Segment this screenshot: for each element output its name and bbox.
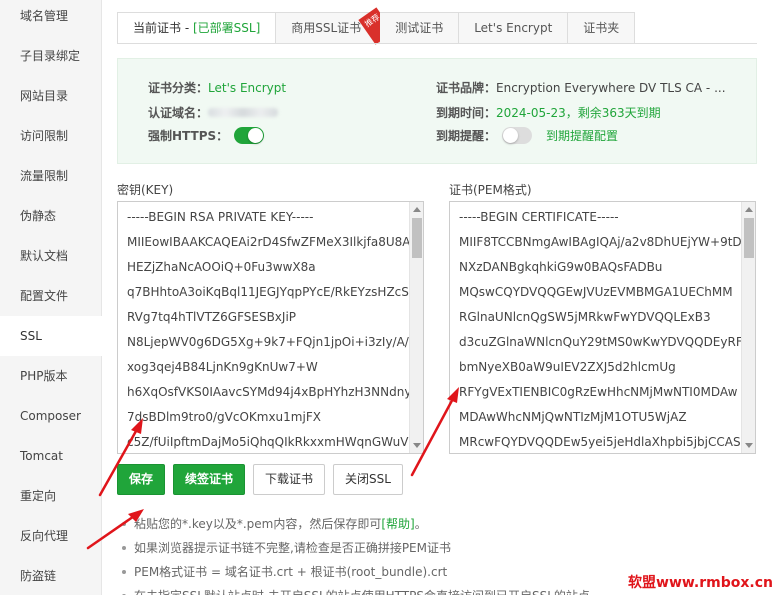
expire-remind-toggle[interactable] [502, 127, 533, 144]
key-label: 密钥(KEY) [117, 183, 174, 197]
cert-line: NXzDANBgkqhkiG9w0BAQsFADBu [459, 260, 663, 274]
key-line: 7dsBDlm9tro0/gVcOKmxu1mjFX [127, 410, 321, 424]
save-button[interactable]: 保存 [117, 464, 166, 495]
note-default-site: 在未指定SSL默认站点时,未开启SSL的站点使用HTTPS会直接访问到已开启SS… [120, 584, 590, 595]
scroll-down-icon[interactable] [413, 443, 421, 448]
tab-letsencrypt[interactable]: Let's Encrypt [459, 12, 569, 44]
sidebar-item[interactable]: 子目录绑定 [0, 36, 102, 76]
sidebar-item[interactable]: 流量限制 [0, 156, 102, 196]
scroll-up-icon[interactable] [745, 207, 753, 212]
cert-line: bmNyeXB0aW9uIEV2ZXJ5d2hlcmUg [459, 360, 676, 374]
cert-scrollbar[interactable] [741, 202, 755, 453]
tab-commercial-ssl-label: 商用SSL证书 [291, 21, 362, 35]
help-link[interactable]: [帮助] [381, 517, 414, 531]
scroll-up-icon[interactable] [413, 207, 421, 212]
sidebar-item[interactable]: 伪静态 [0, 196, 102, 236]
cert-brand-value: Encryption Everywhere DV TLS CA - ... [496, 80, 726, 95]
expire-remind-label: 到期提醒： [436, 129, 497, 143]
cert-line: RFYgVExTIENBIC0gRzEwHhcNMjMwNTI0MDAw [459, 385, 738, 399]
tab-commercial-ssl[interactable]: 商用SSL证书 推荐 [276, 7, 394, 45]
close-ssl-button[interactable]: 关闭SSL [333, 464, 403, 495]
renew-cert-button[interactable]: 续签证书 [173, 464, 246, 495]
sidebar-item[interactable]: 反向代理 [0, 516, 102, 556]
cert-line: -----BEGIN CERTIFICATE----- [459, 210, 619, 224]
key-line: c5Z/fUiIpftmDajMo5iQhqQIkRkxxmHWqnGWuV [127, 435, 409, 449]
tab-cert-folder[interactable]: 证书夹 [568, 12, 636, 44]
key-textarea[interactable]: -----BEGIN RSA PRIVATE KEY----- MIIEowIBA… [117, 201, 424, 454]
cert-line: RGlnaUNlcnQgSW5jMRkwFwYDVQQLExB3 [459, 310, 711, 324]
cert-domain-label: 认证域名： [148, 106, 209, 120]
cert-expire-value: 2024-05-23，剩余363天到期 [496, 106, 661, 120]
tab-cert-folder-label: 证书夹 [583, 21, 620, 35]
cert-line: MIIF8TCCBNmgAwIBAgIQAj/a2v8DhUEjYW+9tD [459, 235, 742, 249]
toggle-knob [503, 128, 519, 143]
key-line: xog3qej4B84LjnKn9gKnUw7+W [127, 360, 318, 374]
tab-letsencrypt-label: Let's Encrypt [474, 21, 553, 35]
expire-remind: 到期提醒： 到期提醒配置 [436, 127, 618, 144]
cert-domain: 认证域名： [148, 104, 279, 121]
key-line: -----BEGIN RSA PRIVATE KEY----- [127, 210, 314, 224]
scroll-thumb[interactable] [744, 218, 754, 258]
cert-info-panel: 证书分类： Let's Encrypt 证书品牌： Encryption Every… [117, 58, 757, 164]
note-pem: PEM格式证书 = 域名证书.crt + 根证书(root_bundle).cr… [120, 560, 590, 584]
sidebar: 域名管理 子目录绑定 网站目录 访问限制 流量限制 伪静态 默认文档 配置文件 SSL PHP版本… [0, 0, 103, 595]
sidebar-item[interactable]: Composer [0, 396, 102, 436]
scroll-down-icon[interactable] [745, 443, 753, 448]
force-https-label: 强制HTTPS： [148, 129, 229, 143]
note-paste: 粘贴您的*.key以及*.pem内容，然后保存即可[帮助]。 [120, 512, 590, 536]
tab-divider [117, 43, 757, 44]
key-line: q7BHhtoA3oiKqBql11JEGJYqpPYcE/RkEYzsHZcS [127, 285, 409, 299]
cert-textarea[interactable]: -----BEGIN CERTIFICATE----- MIIF8TCCBNmgA… [449, 201, 756, 454]
tab-test-cert[interactable]: 测试证书 [380, 12, 460, 44]
tab-test-cert-label: 测试证书 [395, 21, 444, 35]
sidebar-item[interactable]: 防盗链 [0, 556, 102, 595]
cert-line: MDAwWhcNMjQwNTIzMjM1OTU5WjAZ [459, 410, 687, 424]
cert-expire: 到期时间： 2024-05-23，剩余363天到期 [436, 104, 661, 121]
sidebar-item[interactable]: 访问限制 [0, 116, 102, 156]
note-chain: 如果浏览器提示证书链不完整,请检查是否正确拼接PEM证书 [120, 536, 590, 560]
cert-label: 证书(PEM格式) [449, 183, 532, 197]
cert-brand: 证书品牌： Encryption Everywhere DV TLS CA - .… [436, 79, 726, 96]
sidebar-item[interactable]: 默认文档 [0, 236, 102, 276]
cert-brand-label: 证书品牌： [436, 81, 497, 95]
key-line: RVg7tq4hTlVTZ6GFSESBxJiP [127, 310, 297, 324]
download-cert-button[interactable]: 下载证书 [253, 464, 326, 495]
cert-category: 证书分类： Let's Encrypt [148, 79, 286, 96]
toggle-knob [248, 128, 264, 143]
expire-remind-config-link[interactable]: 到期提醒配置 [546, 127, 618, 144]
key-line: h6XqOsfVKS0IAavcSYMd94j4xBpHYhzH3NNdny [127, 385, 412, 399]
sidebar-item[interactable]: 重定向 [0, 476, 102, 516]
deployed-status: [已部署SSL] [192, 21, 261, 35]
scroll-thumb[interactable] [412, 218, 422, 258]
cert-category-label: 证书分类： [148, 81, 209, 95]
key-content: -----BEGIN RSA PRIVATE KEY----- MIIEowIBA… [118, 202, 423, 453]
key-line: MIIEowIBAAKCAQEAi2rD4SfwZFMeX3Ilkjfa8U8A [127, 235, 411, 249]
key-line: HEZjZhaNcAOOiQ+0Fu3wwX8a [127, 260, 316, 274]
cert-domain-value-blurred [208, 108, 279, 117]
tab-bar: 当前证书 - [已部署SSL] 商用SSL证书 推荐 测试证书 Let's En… [117, 7, 636, 45]
cert-line: d3cuZGlnaWNlcnQuY29tMS0wKwYDVQQDEyRF [459, 335, 743, 349]
key-scrollbar[interactable] [409, 202, 423, 453]
sidebar-menu: 域名管理 子目录绑定 网站目录 访问限制 流量限制 伪静态 默认文档 配置文件 SSL PHP版本… [0, 0, 103, 595]
sidebar-item[interactable]: 配置文件 [0, 276, 102, 316]
key-line: N8LjepWV0g6DG5Xg+9k7+FQjn1jpOi+i3zIy/A/ [127, 335, 409, 349]
help-notes: 粘贴您的*.key以及*.pem内容，然后保存即可[帮助]。 如果浏览器提示证书… [120, 512, 590, 595]
tab-current-cert[interactable]: 当前证书 - [已部署SSL] [117, 12, 277, 44]
cert-line: MRcwFQYDVQQDEw5yei5jeHdlaXhpbi5jbjCCASI [459, 435, 745, 449]
note-paste-suffix: 。 [414, 517, 427, 531]
cert-content: -----BEGIN CERTIFICATE----- MIIF8TCCBNmgA… [450, 202, 755, 453]
sidebar-item[interactable]: Tomcat [0, 436, 102, 476]
tab-current-cert-label: 当前证书 - [133, 21, 193, 35]
cert-expire-label: 到期时间： [436, 106, 497, 120]
sidebar-item[interactable]: 域名管理 [0, 0, 102, 36]
cert-category-value: Let's Encrypt [208, 80, 287, 95]
sidebar-item[interactable]: PHP版本 [0, 356, 102, 396]
force-https: 强制HTTPS： [148, 127, 265, 144]
watermark: 软盟www.rmbox.cn [628, 575, 773, 591]
force-https-toggle[interactable] [234, 127, 265, 144]
note-paste-text: 粘贴您的*.key以及*.pem内容，然后保存即可 [134, 517, 382, 531]
sidebar-item[interactable]: SSL [0, 316, 103, 356]
sidebar-item[interactable]: 网站目录 [0, 76, 102, 116]
cert-line: MQswCQYDVQQGEwJVUzEVMBMGA1UEChMM [459, 285, 733, 299]
